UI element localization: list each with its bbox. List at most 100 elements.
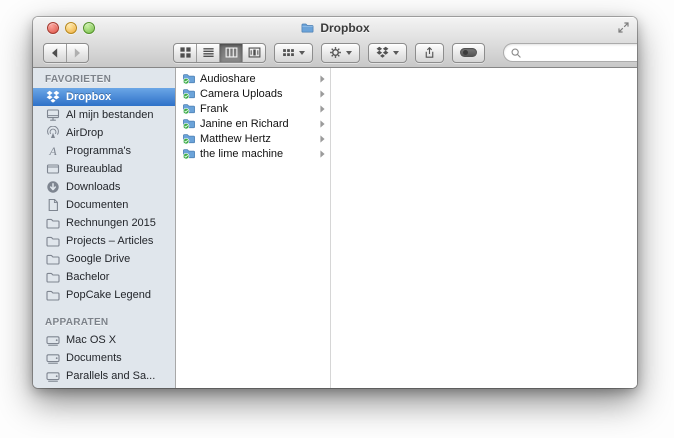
sidebar-item-rechnungen-2015[interactable]: Rechnungen 2015 (33, 214, 175, 232)
folder-icon (45, 216, 60, 231)
list-item-frank[interactable]: Frank (176, 101, 330, 116)
synced-folder-icon (182, 117, 196, 130)
all-my-files-icon (45, 108, 60, 123)
sidebar-item-popcake-legend[interactable]: PopCake Legend (33, 286, 175, 304)
applications-icon (45, 144, 60, 159)
sidebar-item-label: Documents (66, 352, 122, 364)
column-view-button[interactable] (219, 43, 242, 62)
icon-view-button[interactable] (174, 44, 196, 62)
sidebar-item-label: Mac OS X (66, 334, 117, 346)
tag-button[interactable] (452, 42, 485, 63)
titlebar[interactable]: Dropbox (33, 17, 637, 38)
sidebar-section-devices: APPARATEN (45, 317, 109, 328)
action-menu-button[interactable] (321, 42, 360, 63)
sidebar-item-dropbox[interactable]: Dropbox (33, 88, 175, 106)
item-label: Janine en Richard (200, 117, 289, 130)
synced-folder-icon (182, 132, 196, 145)
sidebar-item-desktop[interactable]: Bureaublad (33, 160, 175, 178)
synced-folder-icon (182, 87, 196, 100)
desktop-icon (45, 162, 60, 177)
sidebar-item-google-drive[interactable]: Google Drive (33, 250, 175, 268)
search-icon (510, 47, 522, 59)
search-input[interactable] (526, 45, 637, 60)
list-item-matthew-hertz[interactable]: Matthew Hertz (176, 131, 330, 146)
column-browser: Audioshare Camera Uploads Frank Janine e… (176, 68, 637, 388)
synced-folder-icon (182, 102, 196, 115)
window-title-area: Dropbox (33, 17, 637, 38)
sidebar-item-bachelor[interactable]: Bachelor (33, 268, 175, 286)
chevron-right-icon (320, 135, 325, 143)
nav-buttons (43, 42, 89, 63)
list-item-audioshare[interactable]: Audioshare (176, 71, 330, 86)
sidebar: FAVORIETEN Dropbox Al mijn bestanden Air… (33, 68, 176, 388)
sidebar-item-applications[interactable]: Programma's (33, 142, 175, 160)
chevron-down-icon (299, 50, 305, 55)
list-view-button[interactable] (196, 43, 219, 62)
window-chrome: Dropbox (33, 17, 637, 68)
chevron-right-icon (320, 90, 325, 98)
view-mode-control (173, 42, 266, 63)
folder-icon (45, 234, 60, 249)
toolbar (33, 38, 637, 67)
item-label: the lime machine (200, 147, 284, 160)
sidebar-item-airdrop[interactable]: AirDrop (33, 124, 175, 142)
dropbox-menu-button[interactable] (368, 42, 407, 63)
arrange-menu-button[interactable] (274, 42, 313, 63)
finder-window: Dropbox FAVORIETEN Dropbox Al mijn besta… (33, 17, 637, 388)
share-icon (423, 46, 436, 59)
sidebar-item-projects-articles[interactable]: Projects – Articles (33, 232, 175, 250)
sidebar-item-label: Rechnungen 2015 (66, 217, 156, 229)
chevron-right-icon (320, 105, 325, 113)
sidebar-item-label: Projects – Articles (66, 235, 154, 247)
forward-button[interactable] (65, 43, 89, 62)
sidebar-item-label: Bachelor (66, 271, 110, 283)
sidebar-item-label: Downloads (66, 181, 121, 193)
chevron-right-icon (320, 75, 325, 83)
sidebar-item-label: Al mijn bestanden (66, 109, 154, 121)
documents-icon (45, 198, 60, 213)
chevron-down-icon (393, 50, 399, 55)
folder-icon (300, 21, 315, 34)
hard-drive-icon (45, 369, 60, 384)
icon-view-icon (179, 46, 192, 59)
sidebar-item-label: Documenten (66, 199, 129, 211)
chevron-right-icon (320, 120, 325, 128)
fullscreen-arrows-icon[interactable] (618, 22, 629, 33)
coverflow-view-button[interactable] (242, 43, 265, 62)
dropbox-icon (376, 46, 389, 59)
folder-icon (45, 252, 60, 267)
list-item-janine-en-richard[interactable]: Janine en Richard (176, 116, 330, 131)
dropbox-icon (45, 90, 60, 105)
sidebar-item-label: Dropbox (66, 91, 112, 103)
sidebar-item-all-my-files[interactable]: Al mijn bestanden (33, 106, 175, 124)
airdrop-icon (45, 126, 60, 141)
item-label: Matthew Hertz (200, 132, 271, 145)
tag-pill-icon (460, 48, 477, 57)
sidebar-item-label: Google Drive (66, 253, 131, 265)
gear-icon (329, 46, 342, 59)
folder-icon (45, 270, 60, 285)
synced-folder-icon (182, 72, 196, 85)
search-field[interactable] (503, 43, 637, 62)
sidebar-item-documents[interactable]: Documenten (33, 196, 175, 214)
item-label: Audioshare (200, 72, 256, 85)
list-item-camera-uploads[interactable]: Camera Uploads (176, 86, 330, 101)
list-item-the-lime-machine[interactable]: the lime machine (176, 146, 330, 161)
downloads-icon (45, 180, 60, 195)
hard-drive-icon (45, 333, 60, 348)
column-2-empty[interactable] (331, 68, 637, 388)
sidebar-item-mac-os-x[interactable]: Mac OS X (33, 331, 175, 349)
list-view-icon (202, 46, 215, 59)
sidebar-item-downloads[interactable]: Downloads (33, 178, 175, 196)
sidebar-item-documents-volume[interactable]: Documents (33, 349, 175, 367)
chevron-down-icon (346, 50, 352, 55)
share-button[interactable] (415, 42, 444, 63)
synced-folder-icon (182, 147, 196, 160)
coverflow-view-icon (248, 46, 261, 59)
sidebar-item-parallels[interactable]: Parallels and Sa... (33, 367, 175, 385)
column-1: Audioshare Camera Uploads Frank Janine e… (176, 68, 331, 388)
back-button[interactable] (44, 44, 66, 62)
back-arrow-icon (48, 46, 62, 60)
column-view-icon (225, 46, 238, 59)
sidebar-item-label: PopCake Legend (66, 289, 152, 301)
